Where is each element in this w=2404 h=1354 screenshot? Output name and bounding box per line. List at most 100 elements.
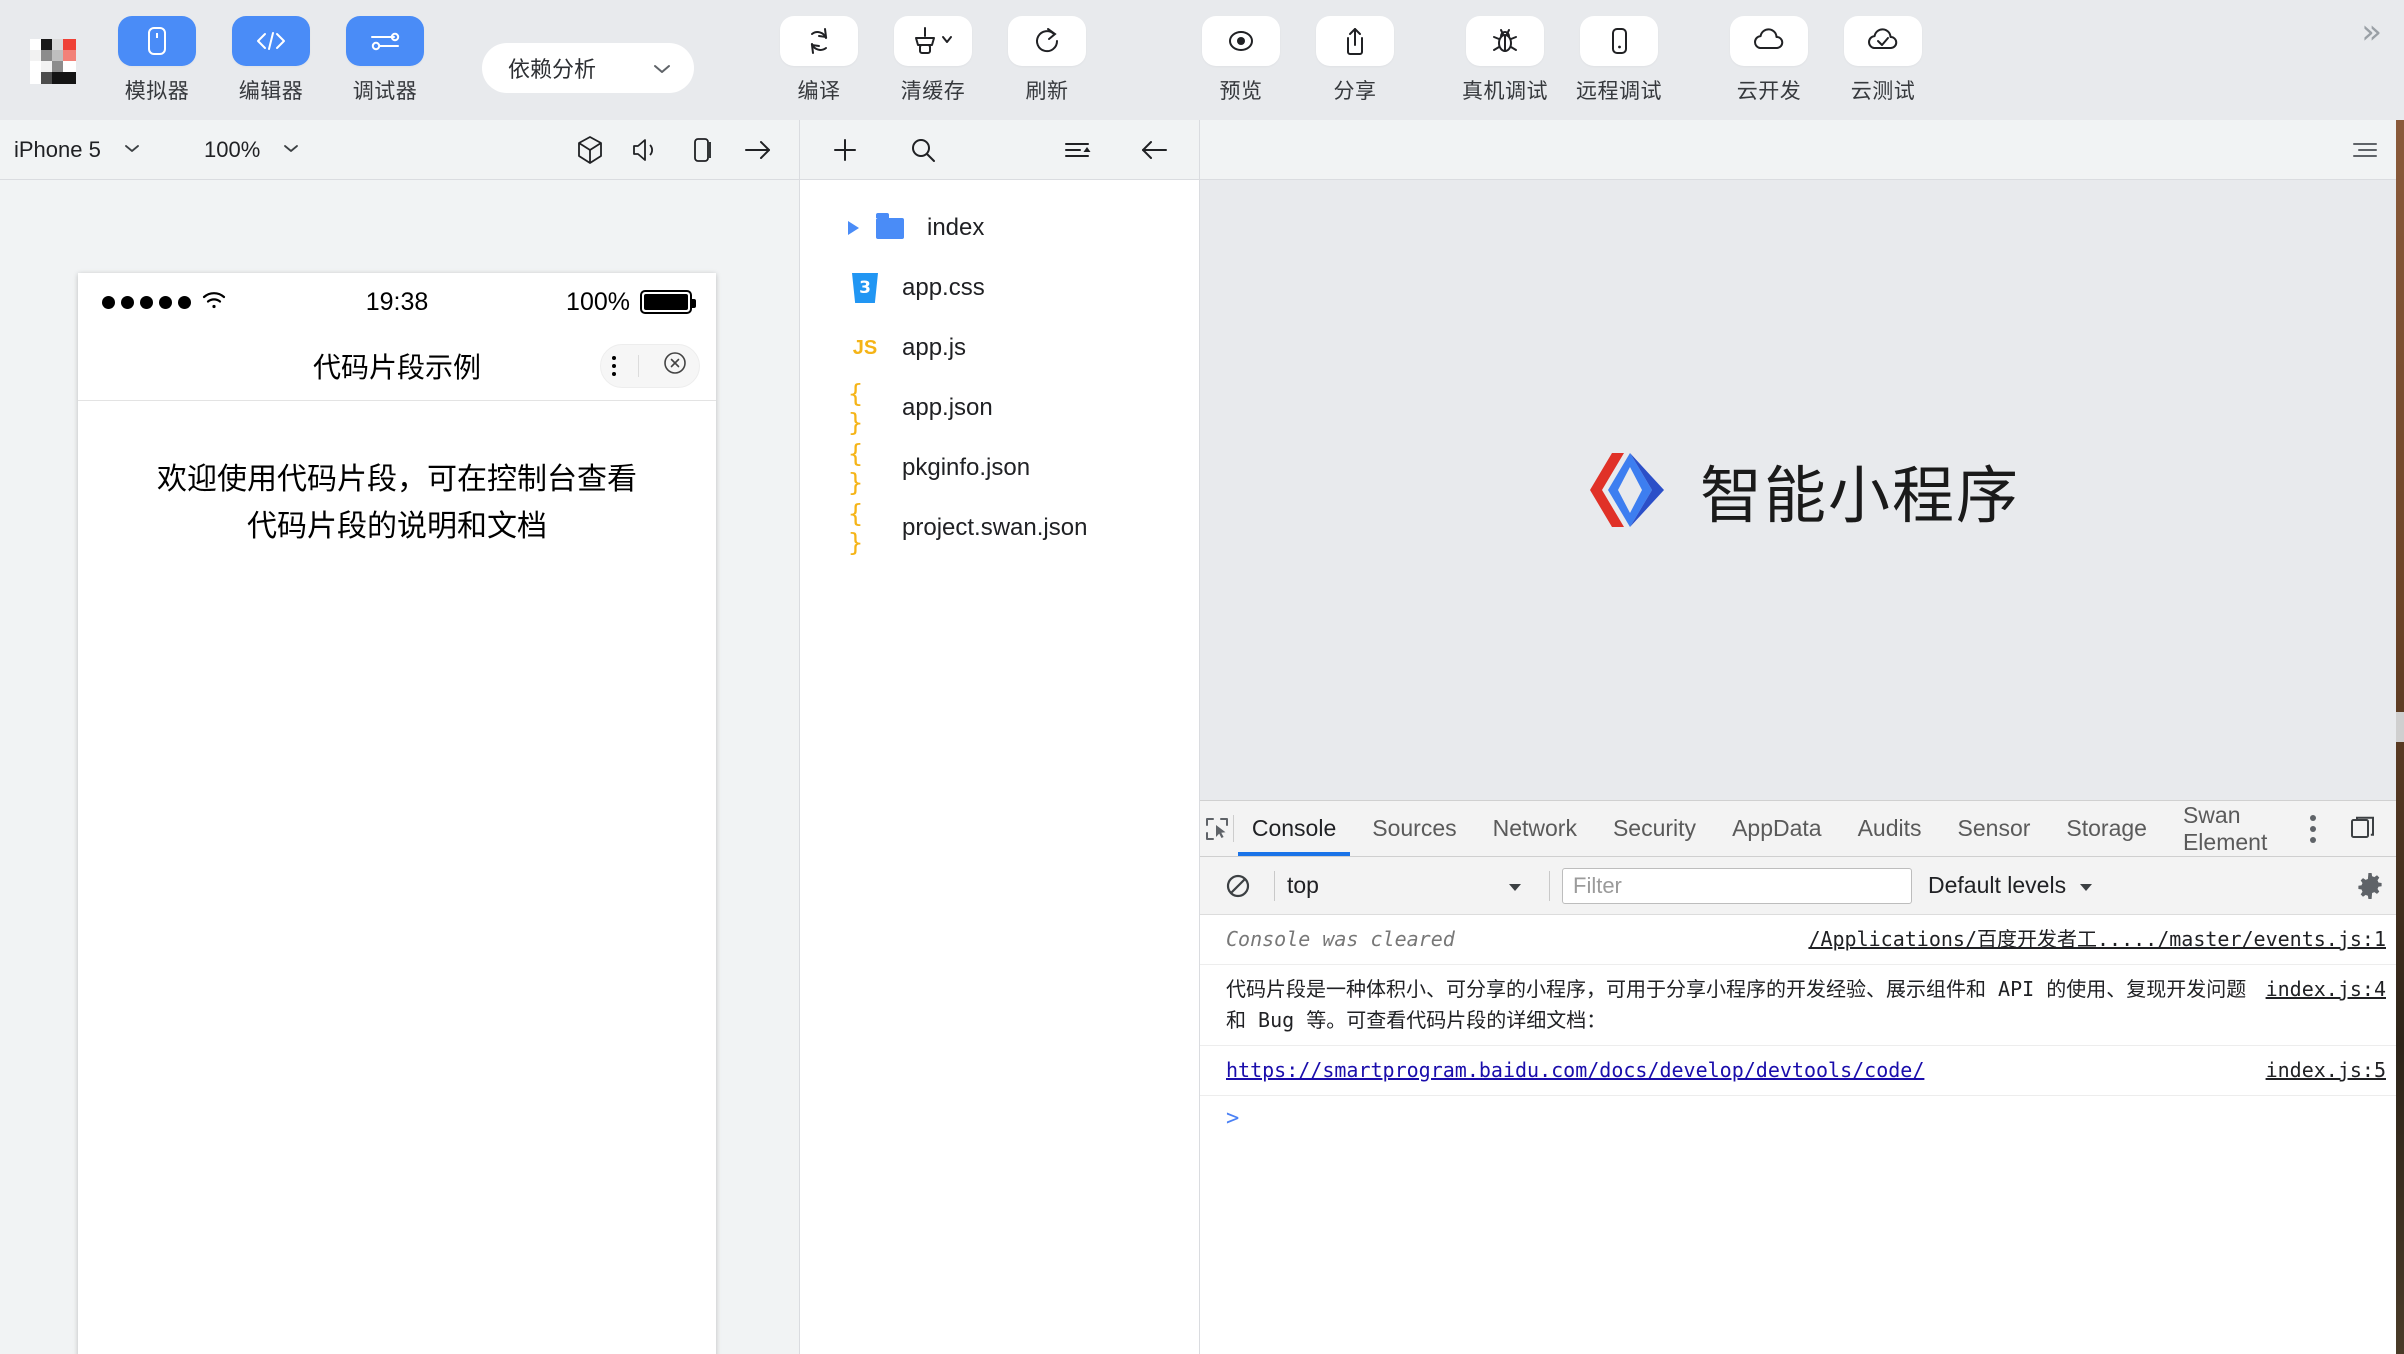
preview-button[interactable]: 预览 <box>1194 16 1288 105</box>
menu-lines-icon[interactable] <box>2348 133 2382 167</box>
clear-cache-button[interactable]: 清缓存 <box>886 16 980 105</box>
cloud-develop-button[interactable]: 云开发 <box>1722 16 1816 105</box>
chevron-right-icon[interactable] <box>848 221 859 235</box>
preview-button-group: 预览 分享 <box>1194 0 1402 120</box>
file-tree-item-pkginfo-json[interactable]: { } pkginfo.json <box>800 438 1199 498</box>
file-tree-item-project-swan-json[interactable]: { } project.swan.json <box>800 498 1199 558</box>
compile-label: 编译 <box>797 80 841 103</box>
console-context-value: top <box>1287 872 1319 898</box>
toolbar-overflow-icon[interactable]: » <box>2361 12 2382 52</box>
search-icon[interactable] <box>906 133 940 167</box>
dependency-analysis-select[interactable]: 依赖分析 <box>482 43 694 93</box>
file-tree-item-index[interactable]: index <box>800 198 1199 258</box>
cloud-test-button[interactable]: 云测试 <box>1836 16 1930 105</box>
tab-swan-element[interactable]: Swan Element <box>2165 801 2289 856</box>
console-filter-input[interactable] <box>1562 867 1912 904</box>
mobile-icon <box>1580 16 1658 66</box>
devtools-tabbar: Console Sources Network Security AppData… <box>1200 801 2404 857</box>
json-braces-icon: { } <box>848 379 864 437</box>
share-button[interactable]: 分享 <box>1308 16 1402 105</box>
mode-simulator-button[interactable]: 模拟器 <box>110 16 204 105</box>
json-braces-icon: { } <box>848 499 864 557</box>
file-tree-item-app-css[interactable]: 3 app.css <box>800 258 1199 318</box>
cloud-develop-label: 云开发 <box>1736 80 1802 103</box>
share-label: 分享 <box>1333 80 1377 103</box>
plus-icon[interactable] <box>828 133 862 167</box>
real-device-debug-label: 真机调试 <box>1462 80 1548 103</box>
refresh-button[interactable]: 刷新 <box>1000 16 1094 105</box>
volume-icon[interactable] <box>631 135 661 165</box>
console-prompt-caret: > <box>1226 1106 1240 1131</box>
inspect-cursor-icon[interactable] <box>1200 801 1233 856</box>
real-device-debug-button[interactable]: 真机调试 <box>1458 16 1552 105</box>
smart-program-name: 智能小程序 <box>1699 462 2020 531</box>
device-select[interactable]: iPhone 5 <box>14 137 204 163</box>
console-context-select[interactable]: top <box>1287 872 1537 899</box>
console-filter-bar: top Default levels <box>1200 857 2404 915</box>
console-message-source[interactable]: index.js:4 <box>2266 974 2386 1005</box>
console-message-url[interactable]: https://smartprogram.baidu.com/docs/deve… <box>1226 1055 2266 1086</box>
tab-sensor[interactable]: Sensor <box>1940 801 2049 856</box>
phone-status-bar: 19:38 100% <box>78 273 716 331</box>
tab-audits[interactable]: Audits <box>1840 801 1940 856</box>
reload-icon <box>1008 16 1086 66</box>
capsule-divider <box>638 354 640 377</box>
console-message-source[interactable]: index.js:5 <box>2266 1055 2386 1086</box>
tab-network[interactable]: Network <box>1475 801 1595 856</box>
mode-editor-label: 编辑器 <box>238 80 304 103</box>
chevron-down-icon <box>123 141 141 159</box>
tab-console[interactable]: Console <box>1234 801 1354 856</box>
mode-debugger-label: 调试器 <box>352 80 418 103</box>
zoom-select[interactable]: 100% <box>204 137 404 163</box>
console-message-text: Console was cleared <box>1226 927 1455 951</box>
wx-capsule <box>600 343 700 388</box>
dependency-analysis-value: 依赖分析 <box>508 57 597 82</box>
file-tree-item-app-json[interactable]: { } app.json <box>800 378 1199 438</box>
kebab-menu-icon[interactable] <box>612 355 617 376</box>
console-message-link: https://smartprogram.baidu.com/docs/deve… <box>1200 1046 2404 1096</box>
share-upload-icon <box>1316 16 1394 66</box>
mode-debugger-button[interactable]: 调试器 <box>338 16 432 105</box>
zoom-select-value: 100% <box>204 136 261 162</box>
console-prompt[interactable]: > <box>1200 1096 2404 1141</box>
console-message-source[interactable]: /Applications/百度开发者工...../master/events.… <box>1808 924 2386 955</box>
window-resize-handle[interactable] <box>2396 712 2404 743</box>
broom-icon <box>894 16 972 66</box>
sort-lines-icon[interactable] <box>1061 133 1095 167</box>
compile-refresh-icon <box>780 16 858 66</box>
dock-panel-icon[interactable] <box>2336 815 2390 843</box>
tab-security[interactable]: Security <box>1595 801 1714 856</box>
console-message-text: 代码片段是一种体积小、可分享的小程序，可用于分享小程序的开发经验、展示组件和 A… <box>1226 977 2247 1032</box>
cube-icon[interactable] <box>575 135 605 165</box>
arrow-left-icon[interactable] <box>1137 133 1171 167</box>
signal-dots-icon <box>102 295 191 309</box>
remote-debug-button[interactable]: 远程调试 <box>1572 16 1666 105</box>
gear-icon[interactable] <box>2350 871 2390 901</box>
tab-appdata[interactable]: AppData <box>1714 801 1840 856</box>
folder-icon <box>873 212 907 239</box>
refresh-label: 刷新 <box>1025 80 1069 103</box>
arrow-right-icon[interactable] <box>743 135 773 165</box>
clear-console-icon[interactable] <box>1214 872 1262 900</box>
mode-button-group: 模拟器 编辑器 调试器 <box>110 0 432 120</box>
clear-cache-label: 清缓存 <box>900 80 966 103</box>
file-tree-label: project.swan.json <box>902 514 1088 541</box>
sliders-icon <box>346 16 424 66</box>
triangle-down-icon <box>1507 872 1523 899</box>
file-tree-label: app.css <box>902 274 985 301</box>
kebab-menu-icon[interactable] <box>2290 814 2336 843</box>
file-tree-item-app-js[interactable]: JS app.js <box>800 318 1199 378</box>
mode-editor-button[interactable]: 编辑器 <box>224 16 318 105</box>
console-levels-select[interactable]: Default levels <box>1928 872 2094 899</box>
dependency-select-wrap: 依赖分析 <box>482 0 694 120</box>
preview-label: 预览 <box>1219 80 1263 103</box>
close-circle-icon[interactable] <box>662 350 688 381</box>
compile-button[interactable]: 编译 <box>772 16 866 105</box>
tab-sources[interactable]: Sources <box>1354 801 1474 856</box>
chevron-down-icon <box>282 141 300 159</box>
file-tree-label: app.js <box>902 334 967 361</box>
file-tree-label: app.json <box>902 394 993 421</box>
welcome-text: 欢迎使用代码片段，可在控制台查看 代码片段的说明和文档 <box>112 457 682 550</box>
rotate-device-icon[interactable] <box>687 135 717 165</box>
tab-storage[interactable]: Storage <box>2048 801 2165 856</box>
